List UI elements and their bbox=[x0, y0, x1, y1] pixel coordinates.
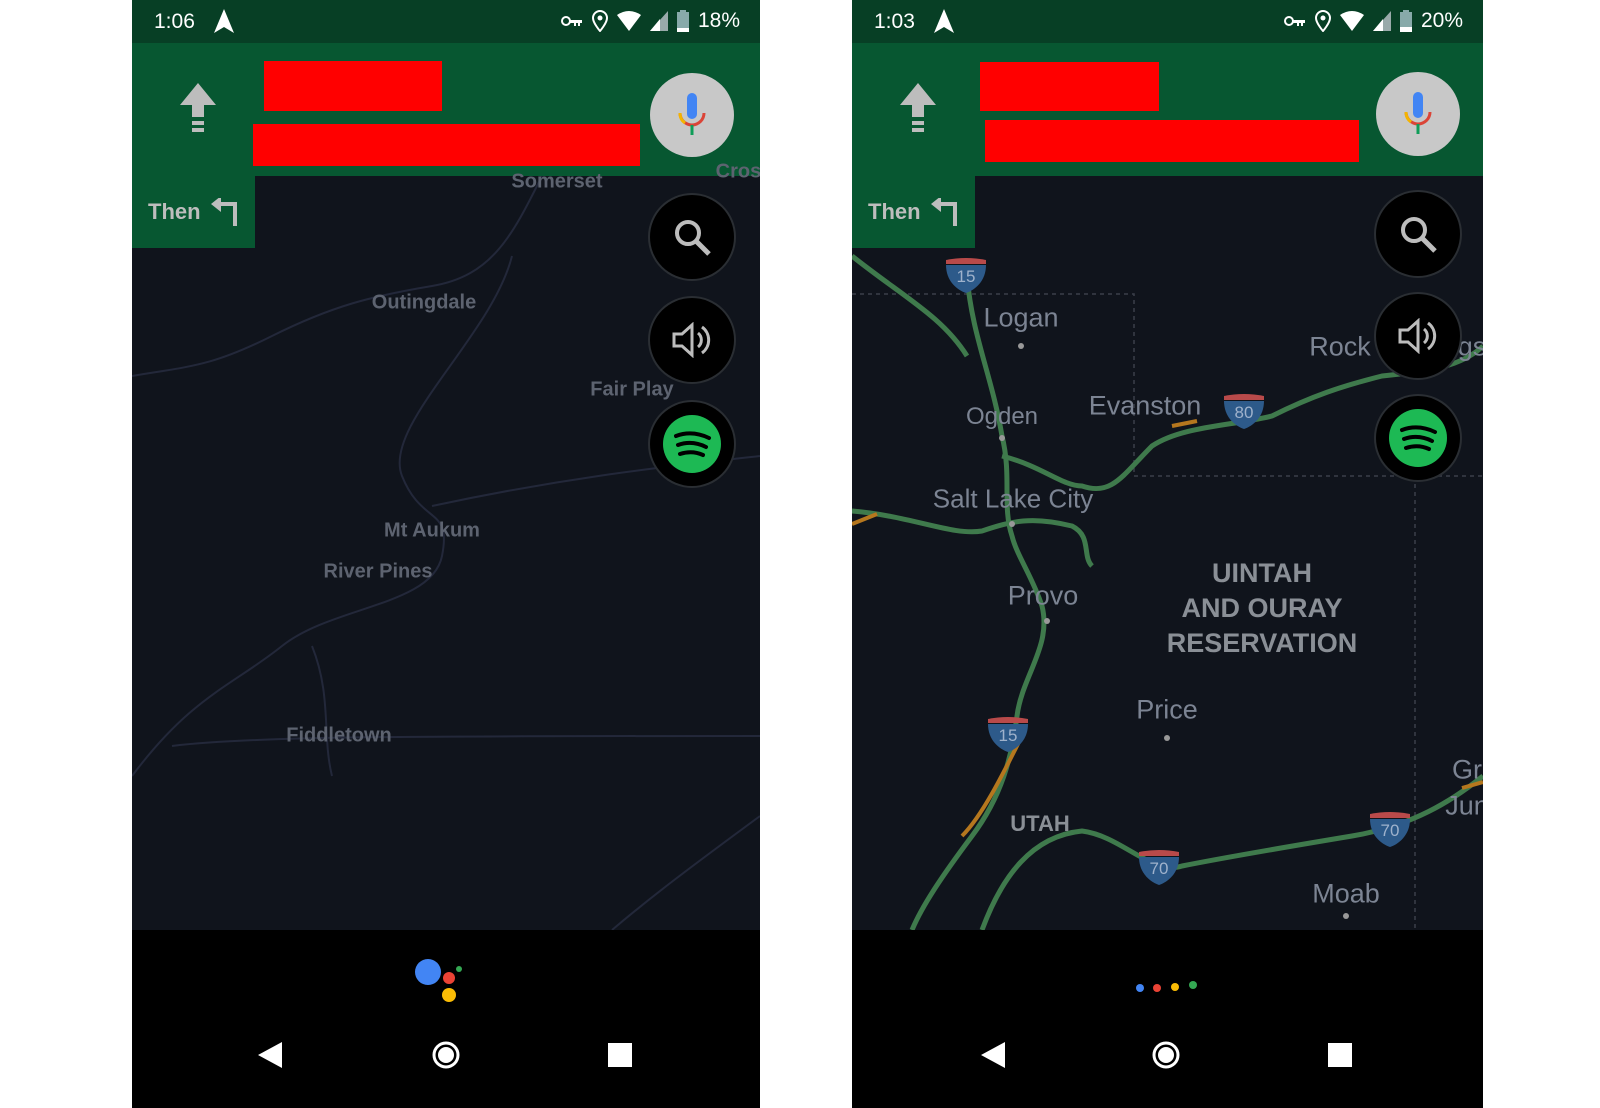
interstate-shield: 15 bbox=[987, 715, 1029, 753]
search-icon bbox=[1401, 217, 1437, 253]
location-icon bbox=[591, 10, 608, 32]
map-label: Salt Lake City bbox=[932, 483, 1094, 514]
map-label: Rock bbox=[1309, 331, 1371, 362]
voice-search-button[interactable] bbox=[1376, 72, 1460, 156]
map-label: Cross bbox=[715, 160, 760, 183]
bottom-bar bbox=[132, 930, 760, 1108]
then-turn-indicator: Then bbox=[132, 176, 255, 248]
recents-button[interactable] bbox=[608, 1043, 632, 1067]
battery-icon bbox=[1399, 10, 1412, 32]
interstate-shield: 70 bbox=[1369, 810, 1411, 848]
volume-button[interactable] bbox=[1376, 294, 1460, 378]
region-label: UINTAH AND OURAY RESERVATION bbox=[1166, 558, 1358, 658]
redacted-street-detail bbox=[985, 120, 1359, 162]
map-terrain bbox=[132, 176, 760, 930]
google-assistant-thinking-icon[interactable] bbox=[1135, 980, 1199, 994]
navigation-arrow-icon bbox=[934, 9, 954, 33]
search-button[interactable] bbox=[650, 195, 734, 279]
interstate-shield: 15 bbox=[945, 256, 987, 294]
turn-left-icon bbox=[210, 198, 237, 226]
voice-search-button[interactable] bbox=[650, 73, 734, 157]
home-button[interactable] bbox=[1152, 1041, 1180, 1069]
battery-icon bbox=[676, 10, 689, 32]
map-label: Gr bbox=[1452, 754, 1482, 785]
vpn-key-icon bbox=[560, 16, 582, 26]
map-label: Outingdale bbox=[371, 291, 477, 314]
mic-icon bbox=[1404, 92, 1432, 134]
then-label: Then bbox=[868, 199, 921, 224]
back-button[interactable] bbox=[981, 1042, 1005, 1068]
status-time: 1:06 bbox=[154, 10, 195, 33]
status-time: 1:03 bbox=[874, 10, 915, 33]
map-label: Ogden bbox=[965, 403, 1039, 430]
volume-button[interactable] bbox=[650, 298, 734, 382]
map-label: Fair Play bbox=[590, 378, 674, 401]
mic-icon bbox=[678, 93, 706, 135]
navigation-arrow-icon bbox=[214, 9, 234, 33]
bottom-bar bbox=[852, 930, 1483, 1108]
map-label: Evanston bbox=[1088, 390, 1202, 421]
redacted-street-detail bbox=[253, 124, 640, 166]
map-label: Somerset bbox=[511, 170, 603, 193]
map-label: Moab bbox=[1312, 878, 1380, 909]
search-button[interactable] bbox=[1376, 192, 1460, 276]
map-view[interactable]: Somerset Cross Outingdale Fair Play Mt A… bbox=[132, 161, 760, 930]
recents-button[interactable] bbox=[1328, 1043, 1352, 1067]
straight-arrow-icon bbox=[180, 83, 216, 132]
spotify-button[interactable] bbox=[650, 402, 734, 486]
volume-icon bbox=[1398, 318, 1437, 354]
straight-arrow-icon bbox=[900, 83, 936, 132]
then-label: Then bbox=[148, 199, 201, 224]
interstate-shield: 70 bbox=[1138, 848, 1180, 886]
map-view[interactable]: Logan Ogden Evanston Salt Lake City Prov… bbox=[852, 176, 1483, 930]
google-assistant-icon[interactable] bbox=[414, 958, 466, 1006]
map-label: Logan bbox=[983, 302, 1059, 333]
status-bar: 1:03 20% bbox=[852, 0, 1483, 43]
state-label: UTAH bbox=[1010, 811, 1070, 836]
search-icon bbox=[675, 220, 711, 256]
turn-left-icon bbox=[930, 198, 957, 226]
battery-percent: 18% bbox=[697, 9, 740, 32]
back-button[interactable] bbox=[258, 1042, 282, 1068]
spotify-icon bbox=[1389, 409, 1447, 467]
map-label: gs bbox=[1457, 331, 1483, 362]
phone-screen-left: 1:06 18% Somerset Cross Out bbox=[132, 0, 760, 1108]
phone-screen-right: 1:03 20% Logan Ogden Evanston Salt Lake … bbox=[852, 0, 1483, 1108]
map-label: Provo bbox=[1007, 580, 1079, 611]
signal-icon bbox=[649, 11, 668, 31]
battery-percent: 20% bbox=[1420, 9, 1463, 32]
volume-icon bbox=[672, 322, 711, 358]
signal-icon bbox=[1372, 11, 1391, 31]
then-turn-indicator: Then bbox=[852, 176, 975, 248]
map-label: Price bbox=[1136, 694, 1198, 725]
map-label: River Pines bbox=[323, 560, 433, 583]
home-button[interactable] bbox=[432, 1041, 460, 1069]
wifi-icon bbox=[616, 11, 641, 31]
spotify-icon bbox=[663, 415, 721, 473]
map-label: Jun bbox=[1445, 790, 1483, 821]
location-icon bbox=[1314, 10, 1331, 32]
map-label: Fiddletown bbox=[286, 724, 392, 747]
spotify-button[interactable] bbox=[1376, 396, 1460, 480]
interstate-shield: 80 bbox=[1223, 392, 1265, 430]
map-label: Mt Aukum bbox=[384, 519, 480, 542]
wifi-icon bbox=[1339, 11, 1364, 31]
status-bar: 1:06 18% bbox=[132, 0, 760, 43]
redacted-street-name bbox=[980, 62, 1159, 111]
redacted-street-name bbox=[264, 61, 442, 111]
vpn-key-icon bbox=[1283, 16, 1305, 26]
